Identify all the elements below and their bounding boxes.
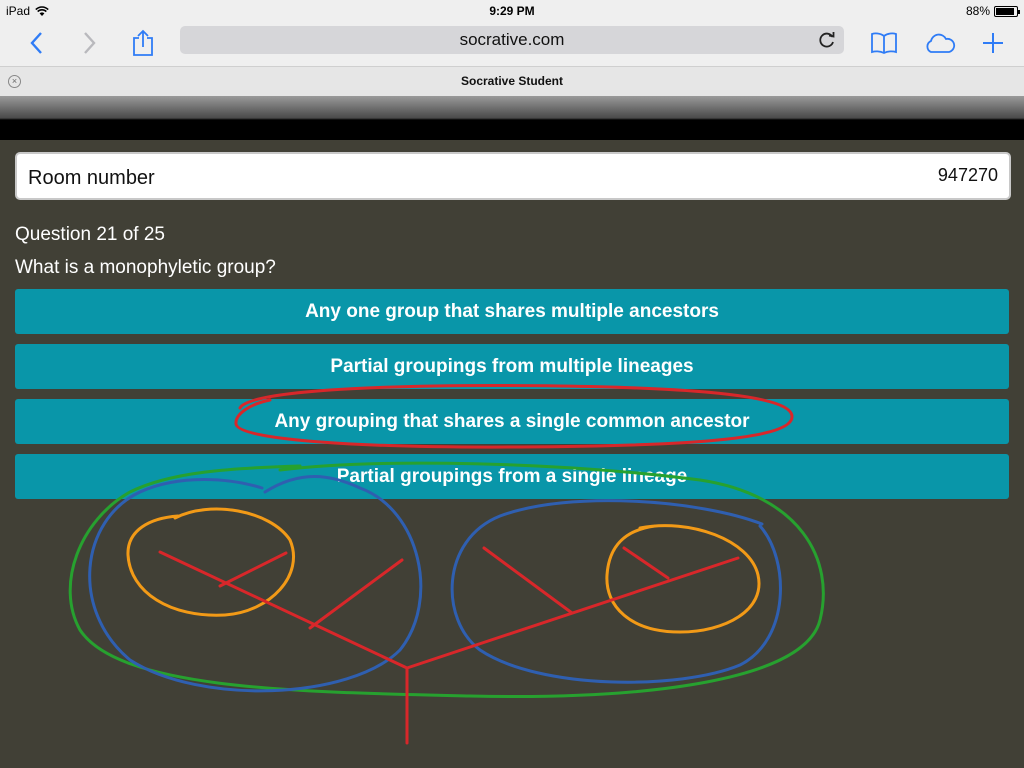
answer-option-a[interactable]: Any one group that shares multiple ances… <box>15 289 1009 334</box>
answer-option-b[interactable]: Partial groupings from multiple lineages <box>15 344 1009 389</box>
tab-title: Socrative Student <box>460 74 564 88</box>
answer-option-c[interactable]: Any grouping that shares a single common… <box>15 399 1009 444</box>
room-value: 947270 <box>937 165 998 185</box>
page-header-bar <box>0 96 1024 140</box>
reload-icon[interactable] <box>816 29 838 51</box>
browser-toolbar: socrative.com <box>0 22 1024 66</box>
quiz-content: Room number 947270 Question 21 of 25 Wha… <box>0 140 1024 768</box>
cloud-icon <box>926 33 956 53</box>
status-time: 9:29 PM <box>489 4 535 18</box>
chevron-right-icon <box>84 32 96 54</box>
plus-icon <box>983 33 1003 53</box>
chevron-left-icon <box>30 32 42 54</box>
question-number: Question 21 of 25 <box>15 224 165 245</box>
forward-button[interactable] <box>72 26 108 60</box>
battery-icon <box>994 5 1020 17</box>
new-tab-button[interactable] <box>975 26 1011 60</box>
answer-label: Any grouping that shares a single common… <box>274 410 750 432</box>
share-icon <box>133 29 153 56</box>
battery-percent: 88% <box>965 4 990 18</box>
url-text: socrative.com <box>459 30 565 49</box>
tab-strip: × Socrative Student <box>0 66 1024 96</box>
book-icon <box>871 32 897 54</box>
question-text: What is a monophyletic group? <box>15 257 276 278</box>
share-button[interactable] <box>125 26 161 60</box>
answer-label: Partial groupings from multiple lineages <box>330 355 694 377</box>
bookmarks-button[interactable] <box>866 26 902 60</box>
answer-label: Partial groupings from a single lineage <box>336 465 688 487</box>
status-right: 88% <box>965 4 1020 18</box>
back-button[interactable] <box>18 26 54 60</box>
icloud-tabs-button[interactable] <box>922 26 958 60</box>
answer-option-d[interactable]: Partial groupings from a single lineage <box>15 454 1009 499</box>
room-number-field: Room number 947270 <box>15 152 1011 200</box>
battery-fill <box>996 7 1014 15</box>
room-label: Room number <box>28 167 155 189</box>
answer-label: Any one group that shares multiple ances… <box>305 300 719 322</box>
address-bar[interactable]: socrative.com <box>180 26 844 54</box>
status-bar: iPad 9:29 PM 88% <box>0 0 1024 22</box>
